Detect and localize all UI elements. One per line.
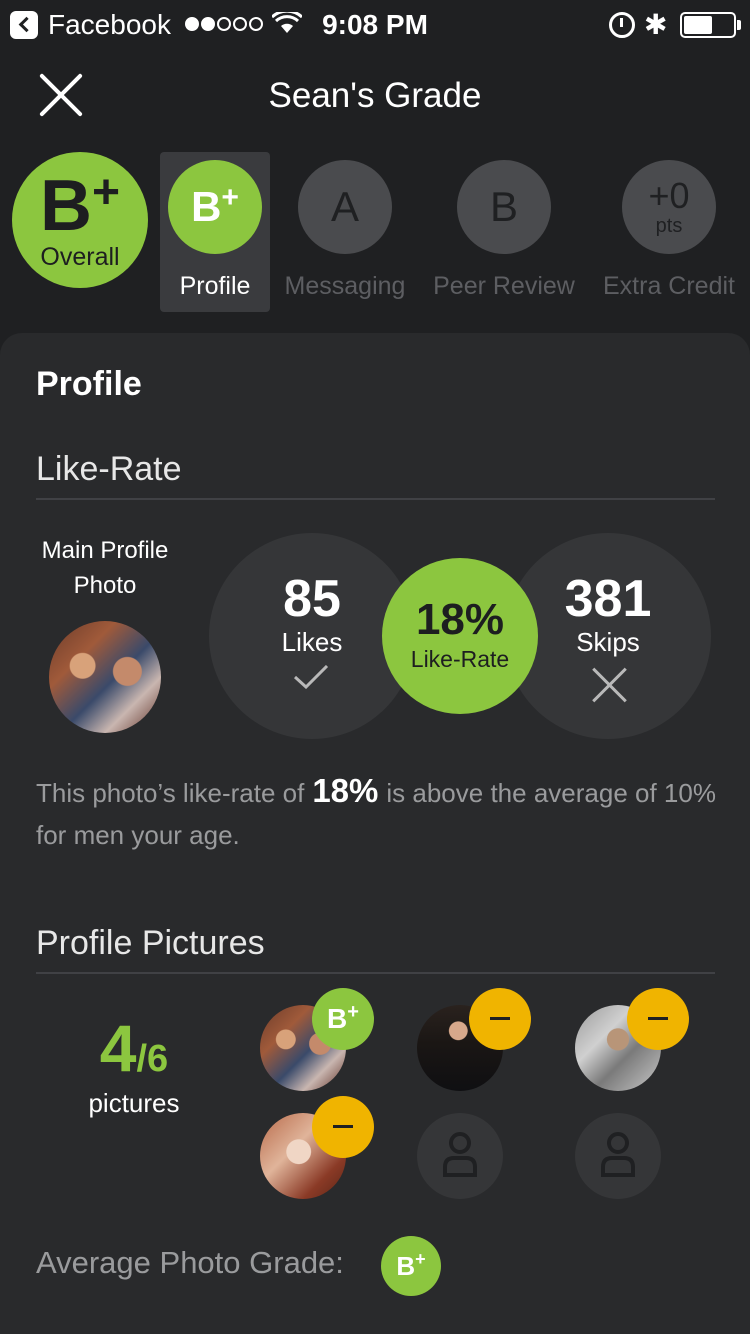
tab-label-profile: Profile xyxy=(179,272,251,300)
photo-grade-badge: B+ xyxy=(312,988,374,1050)
bluetooth-icon: ✱ xyxy=(644,9,668,40)
like-rate-circle: 18% Like-Rate xyxy=(382,558,538,714)
person-icon xyxy=(601,1132,635,1177)
extra-credit-unit: pts xyxy=(655,215,683,237)
main-profile-photo[interactable] xyxy=(49,621,161,733)
profile-grade-circle: B+ xyxy=(168,160,262,254)
tab-extra-credit[interactable]: +0 pts Extra Credit xyxy=(596,152,742,312)
peer-review-grade-circle: B xyxy=(457,160,551,254)
messaging-grade-circle: A xyxy=(298,160,392,254)
tab-peer-review[interactable]: B Peer Review xyxy=(428,152,580,312)
overall-grade: B+ xyxy=(39,166,121,246)
section-heading-profile: Profile xyxy=(36,365,142,403)
divider xyxy=(36,498,715,500)
section-heading-like-rate: Like-Rate xyxy=(36,450,182,488)
tab-profile[interactable]: B+ Profile xyxy=(160,152,270,312)
like-rate-value: 18% xyxy=(415,595,505,644)
battery-tip xyxy=(737,20,741,30)
section-heading-profile-pictures: Profile Pictures xyxy=(36,924,265,962)
extra-credit-points: +0 xyxy=(648,175,690,216)
tab-messaging[interactable]: A Messaging xyxy=(280,152,410,312)
x-icon xyxy=(591,667,627,703)
average-photo-grade-label: Average Photo Grade: xyxy=(36,1245,344,1280)
battery-icon xyxy=(680,12,736,38)
like-rate-label: Like-Rate xyxy=(410,646,510,672)
check-icon xyxy=(293,665,329,689)
alarm-icon xyxy=(609,12,635,38)
empty-photo-slot[interactable] xyxy=(575,1113,661,1199)
picture-count: 4/6 xyxy=(99,1011,169,1085)
status-bar: Facebook 9:08 PM ✱ xyxy=(0,0,750,50)
minus-badge-icon xyxy=(469,988,531,1050)
empty-photo-slot[interactable] xyxy=(417,1113,503,1199)
overall-label: Overall xyxy=(40,243,120,271)
minus-badge-icon xyxy=(312,1096,374,1158)
divider xyxy=(36,972,715,974)
tab-label-messaging: Messaging xyxy=(284,272,406,300)
overall-grade-badge: B+ Overall xyxy=(12,152,148,288)
status-time: 9:08 PM xyxy=(322,9,428,40)
person-icon xyxy=(443,1132,477,1177)
tab-label-extra-credit: Extra Credit xyxy=(603,272,735,300)
extra-credit-circle: +0 pts xyxy=(622,160,716,254)
minus-badge-icon xyxy=(627,988,689,1050)
main-photo-label: Main Profile Photo xyxy=(41,537,169,599)
like-rate-description: This photo’s like-rate of 18% is above the… xyxy=(36,772,716,850)
picture-count-label: pictures xyxy=(88,1088,180,1118)
average-photo-grade-badge: B+ xyxy=(381,1236,441,1296)
tab-label-peer-review: Peer Review xyxy=(433,272,575,300)
page-title: Sean's Grade xyxy=(268,76,482,115)
